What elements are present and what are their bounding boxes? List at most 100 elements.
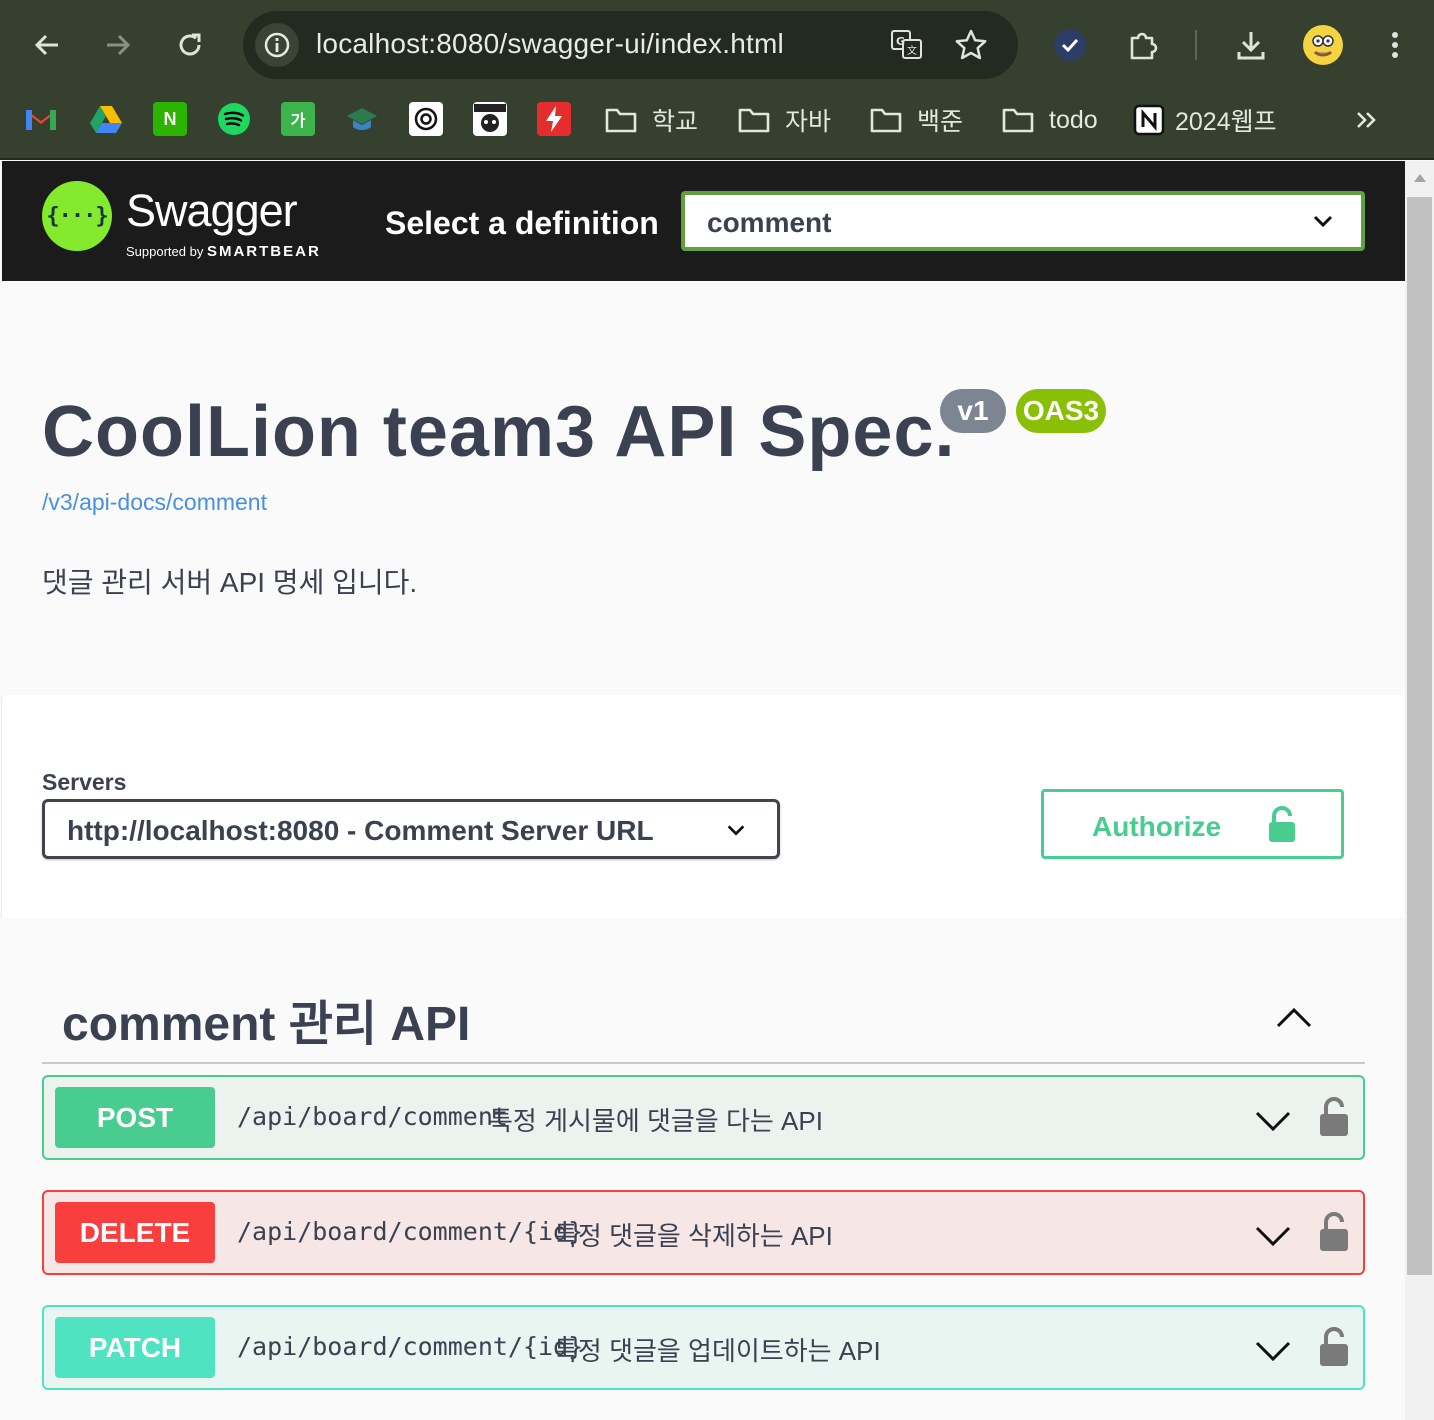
chrome-divider [0, 158, 1434, 160]
target-icon [414, 107, 438, 131]
spec-url-link[interactable]: /v3/api-docs/comment [42, 489, 267, 516]
address-bar[interactable]: localhost:8080/swagger-ui/index.html G文 [243, 11, 1018, 79]
target-bookmark[interactable] [409, 102, 443, 136]
opblock-delete[interactable]: DELETE /api/board/comment/{id} 특정 댓글을 삭제… [42, 1190, 1365, 1275]
oas-badge: OAS3 [1016, 389, 1106, 433]
profile-avatar[interactable] [1300, 22, 1346, 68]
folder-label: 자바 [785, 108, 832, 136]
swagger-topbar: {···} Swagger Supported by SMARTBEAR Sel… [2, 161, 1405, 281]
unlock-icon[interactable] [1317, 1096, 1351, 1138]
op-summary: 특정 댓글을 업데이트하는 API [554, 1336, 881, 1366]
folder-label: 백준 [917, 108, 964, 136]
authorize-button[interactable]: Authorize [1041, 789, 1344, 859]
bookmark-star-button[interactable] [951, 25, 991, 65]
notion-bookmark-label: 2024웹프 [1175, 108, 1277, 136]
chrome-menu-button[interactable] [1372, 22, 1418, 68]
graduation-cap-icon [347, 108, 377, 130]
folder-bookmark-java[interactable]: 자바 [737, 100, 831, 140]
drive-bookmark[interactable] [89, 102, 123, 136]
servers-select[interactable]: http://localhost:8080 - Comment Server U… [42, 799, 780, 859]
extensions-button[interactable] [1120, 22, 1166, 68]
version-badge: v1 [940, 389, 1006, 433]
puzzle-icon [1130, 32, 1158, 60]
notion-bookmark[interactable]: 2024웹프 [1133, 100, 1277, 140]
cat-bookmark[interactable] [473, 102, 507, 136]
page-scrollbar[interactable] [1405, 161, 1434, 1420]
svg-text:文: 文 [907, 44, 917, 57]
triangle-up-icon [1413, 174, 1426, 182]
smartbear-brand: SMARTBEAR [206, 243, 321, 260]
reload-icon [179, 33, 201, 56]
hangul-bookmark[interactable]: 가 [281, 102, 315, 136]
definition-label: Select a definition [385, 205, 659, 241]
folder-bookmark-school[interactable]: 학교 [604, 100, 698, 140]
unlock-icon[interactable] [1317, 1326, 1351, 1368]
chevron-down-icon[interactable] [1253, 1101, 1293, 1141]
swagger-logo-icon[interactable]: {···} [42, 181, 112, 251]
cat-icon [474, 104, 506, 132]
browser-window: localhost:8080/swagger-ui/index.html G文 [0, 0, 1434, 1420]
folder-icon [1002, 108, 1034, 133]
bookmarks-bar: N 가 학교 자바 백준 todo 2024웹프 [0, 96, 1434, 144]
server-value: http://localhost:8080 - Comment Server U… [67, 815, 654, 846]
folder-bookmark-baekjoon[interactable]: 백준 [869, 100, 963, 140]
swagger-logo-text: Swagger [126, 185, 298, 236]
tag-title[interactable]: comment 관리 API [62, 984, 470, 1054]
definition-value: comment [707, 207, 832, 238]
download-icon [1237, 32, 1265, 60]
page-title: CoolLion team3 API Spec. [42, 392, 956, 472]
authorize-label: Authorize [1092, 811, 1222, 842]
chevron-down-icon[interactable] [1253, 1216, 1293, 1256]
unlock-icon[interactable] [1317, 1211, 1351, 1253]
kebab-menu-icon [1392, 32, 1398, 58]
scrollbar-thumb[interactable] [1407, 197, 1432, 1275]
notion-icon [1133, 104, 1165, 136]
chevron-up-icon[interactable] [1272, 996, 1316, 1040]
more-bookmarks-button[interactable] [1352, 100, 1380, 140]
chevron-down-icon [727, 825, 745, 836]
method-badge: DELETE [55, 1202, 215, 1263]
gmail-bookmark[interactable] [24, 102, 58, 136]
naver-icon: N [163, 108, 177, 129]
site-info-button[interactable] [255, 23, 299, 67]
spotify-icon [218, 103, 250, 135]
scheme-container: Servers http://localhost:8080 - Comment … [2, 695, 1405, 918]
logo-sub-text: Supported by [126, 244, 204, 259]
back-button[interactable] [24, 22, 70, 68]
translate-icon: G文 [891, 30, 922, 59]
chevron-down-icon[interactable] [1253, 1331, 1293, 1371]
forward-button[interactable] [95, 22, 141, 68]
definition-select[interactable]: comment [681, 191, 1365, 251]
star-icon [955, 29, 987, 60]
servers-label: Servers [42, 769, 127, 795]
google-drive-icon [90, 106, 122, 133]
browser-chrome: localhost:8080/swagger-ui/index.html G文 [0, 0, 1434, 160]
tag-divider [42, 1062, 1365, 1064]
scroll-up-button[interactable] [1405, 161, 1434, 195]
reload-button[interactable] [167, 22, 213, 68]
chevron-down-icon [1313, 215, 1333, 228]
gmail-icon [26, 110, 56, 130]
url-text[interactable]: localhost:8080/swagger-ui/index.html [316, 28, 784, 60]
info-icon [264, 32, 290, 58]
naver-bookmark[interactable]: N [153, 102, 187, 136]
method-badge: POST [55, 1087, 215, 1148]
back-arrow-icon [34, 34, 58, 56]
avatar-icon [1303, 25, 1343, 65]
opblock-patch[interactable]: PATCH /api/board/comment/{id} 특정 댓글을 업데이… [42, 1305, 1365, 1390]
edu-bookmark[interactable] [345, 102, 379, 136]
folder-icon [738, 108, 770, 133]
toolbar-divider [1195, 30, 1197, 60]
folder-icon [605, 108, 637, 133]
translate-button[interactable]: G文 [887, 25, 927, 65]
spotify-bookmark[interactable] [217, 102, 251, 136]
extension-check-button[interactable] [1047, 22, 1093, 68]
check-circle-icon [1054, 29, 1086, 61]
downloads-button[interactable] [1228, 22, 1274, 68]
api-info: CoolLion team3 API Spec. v1 OAS3 /v3/api… [2, 281, 1405, 695]
flash-bookmark[interactable] [537, 102, 571, 136]
folder-bookmark-todo[interactable]: todo [1001, 100, 1098, 140]
op-path: /api/board/comment/{id} [237, 1217, 584, 1246]
opblock-post[interactable]: POST /api/board/comment 특정 게시물에 댓글을 다는 A… [42, 1075, 1365, 1160]
forward-arrow-icon [107, 34, 131, 56]
